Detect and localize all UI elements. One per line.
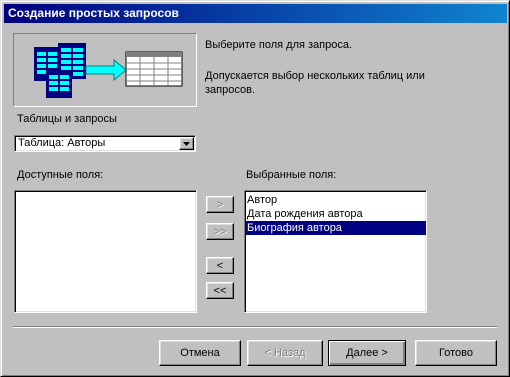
remove-all-fields-button[interactable]: << <box>206 282 234 299</box>
window-title: Создание простых запросов <box>8 6 179 20</box>
dropdown-arrow-button[interactable] <box>179 137 194 150</box>
selected-field-item[interactable]: Автор <box>245 193 426 207</box>
title-bar[interactable]: Создание простых запросов <box>4 4 507 23</box>
tables-queries-label: Таблицы и запросы <box>17 113 117 125</box>
selected-fields-label: Выбранные поля: <box>246 169 337 181</box>
back-button[interactable]: < Назад <box>247 340 323 366</box>
footer-divider <box>13 326 497 328</box>
intro-text-2: Допускается выбор нескольких таблиц или <box>205 70 425 82</box>
add-all-fields-button[interactable]: >> <box>206 223 234 240</box>
wizard-illustration <box>13 33 197 107</box>
tables-queries-select[interactable]: Таблица: Авторы <box>14 135 196 152</box>
add-field-button[interactable]: > <box>206 196 234 213</box>
chevron-down-icon <box>183 137 190 149</box>
selected-field-item[interactable]: Биография автора <box>245 221 426 235</box>
available-fields-list[interactable] <box>14 190 197 313</box>
cancel-button[interactable]: Отмена <box>159 340 241 366</box>
tables-to-query-icon <box>34 43 183 98</box>
finish-button[interactable]: Готово <box>415 340 497 366</box>
simple-query-wizard-dialog: Создание простых запросов Выберите поля … <box>0 0 510 377</box>
intro-text-1: Выберите поля для запроса. <box>205 39 353 51</box>
selected-fields-list[interactable]: Автор Дата рождения автора Биография авт… <box>244 190 427 313</box>
tables-queries-selected-value: Таблица: Авторы <box>18 137 106 149</box>
next-button[interactable]: Далее > <box>328 340 406 366</box>
intro-text-3: запросов. <box>205 84 255 96</box>
available-fields-label: Доступные поля: <box>17 169 104 181</box>
remove-field-button[interactable]: < <box>206 257 234 274</box>
selected-field-item[interactable]: Дата рождения автора <box>245 207 426 221</box>
